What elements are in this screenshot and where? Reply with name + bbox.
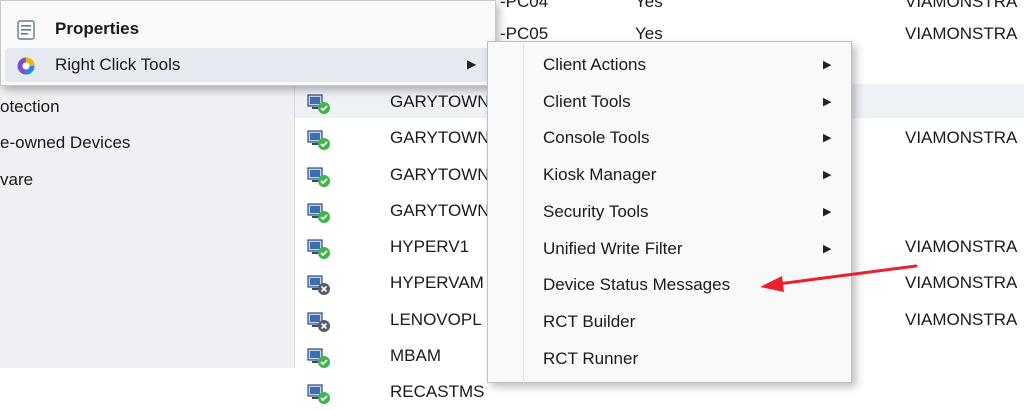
annotation-arrow — [760, 264, 918, 292]
device-name[interactable]: RECASTMS — [390, 382, 484, 402]
device-ok-icon — [307, 383, 331, 405]
